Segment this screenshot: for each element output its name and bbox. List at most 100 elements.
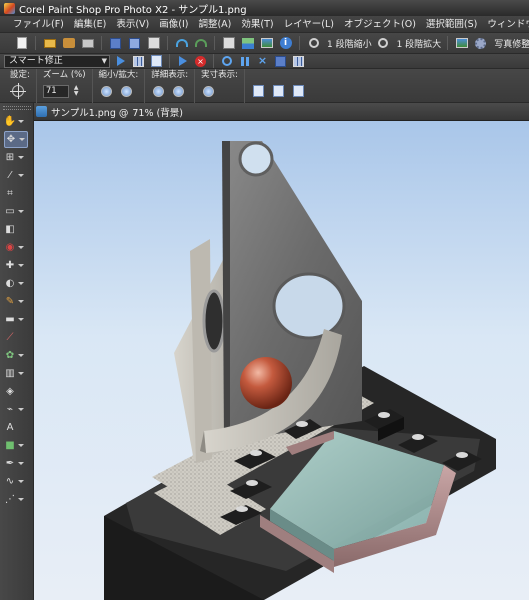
toggle-interactive-button[interactable]	[149, 54, 164, 69]
pen-icon: ✒	[5, 458, 15, 469]
pen-tool[interactable]: ✒	[4, 455, 28, 472]
flood-fill-icon: ▥	[5, 368, 15, 379]
zoom-out-label[interactable]: 1 段階縮小	[327, 37, 372, 50]
flyout-arrow-icon	[18, 246, 24, 249]
menu-view[interactable]: 表示(V)	[111, 16, 154, 33]
deform-tool[interactable]: ⊞	[4, 149, 28, 166]
zoom-tool[interactable]: ✥	[4, 131, 28, 148]
photo-fix-menu[interactable]: 写真修整(N)	[494, 37, 529, 50]
mesh-warp-tool[interactable]: ⋰	[4, 491, 28, 508]
magic-wand-tool[interactable]: ⁄	[4, 167, 28, 184]
save-as-button[interactable]	[127, 36, 142, 51]
new-file-button[interactable]	[14, 36, 29, 51]
menu-effects[interactable]: 効果(T)	[236, 16, 278, 33]
run-script-button[interactable]	[113, 54, 128, 69]
save-script-button[interactable]	[273, 54, 288, 69]
browse-button[interactable]	[61, 36, 76, 51]
menu-image[interactable]: 画像(I)	[154, 16, 193, 33]
menu-adjust[interactable]: 調整(A)	[193, 16, 236, 33]
flyout-arrow-icon	[18, 264, 24, 267]
menu-objects[interactable]: オブジェクト(O)	[339, 16, 421, 33]
fit-image-button[interactable]	[271, 84, 286, 99]
zoom-in-option-button[interactable]	[119, 84, 134, 99]
picture-tube-tool[interactable]: ✿	[4, 347, 28, 364]
materials-palette-button[interactable]	[259, 36, 274, 51]
email-button[interactable]	[146, 36, 161, 51]
stop-script-button[interactable]: ×	[193, 54, 208, 69]
text-icon: A	[6, 422, 14, 433]
menu-file[interactable]: ファイル(F)	[8, 16, 69, 33]
palette-grip[interactable]	[3, 106, 31, 110]
presets-button[interactable]	[9, 83, 26, 99]
photo-share-button[interactable]	[454, 36, 469, 51]
fit-screen-icon	[293, 85, 305, 97]
open-file-button[interactable]	[42, 36, 57, 51]
zoom-out-small-icon	[100, 85, 112, 97]
flyout-arrow-icon	[18, 462, 24, 465]
zoom-input[interactable]: 71	[42, 84, 69, 98]
color-replacer-tool[interactable]: ⟋	[4, 329, 28, 346]
zoom-in-label[interactable]: 1 段階拡大	[397, 37, 442, 50]
dodge-tool[interactable]: ◐	[4, 275, 28, 292]
document-title-bar[interactable]: サンプル1.png @ 71% (背景)	[34, 103, 529, 121]
actual-size-button[interactable]	[201, 84, 216, 99]
image-canvas[interactable]	[34, 121, 529, 600]
dropper-tool[interactable]: ⌁	[4, 401, 28, 418]
flyout-arrow-icon	[18, 444, 24, 447]
fit-image-icon	[273, 85, 285, 97]
settings-button[interactable]	[473, 36, 488, 51]
paint-brush-tool[interactable]: ✎	[4, 293, 28, 310]
script-output-button[interactable]	[291, 54, 306, 69]
preset-shape-tool[interactable]: ■	[4, 437, 28, 454]
toolbar-separator	[214, 36, 215, 50]
cancel-record-button[interactable]: ×	[255, 54, 270, 69]
pan-tool[interactable]: ✋	[4, 113, 28, 130]
run-selected-button[interactable]	[175, 54, 190, 69]
redo-button[interactable]	[193, 36, 208, 51]
settings-group: 設定:	[4, 69, 37, 103]
menu-edit[interactable]: 編集(E)	[69, 16, 111, 33]
airbrush-tool[interactable]: ◈	[4, 383, 28, 400]
stop-icon: ×	[195, 55, 206, 67]
title-bar: Corel Paint Shop Pro Photo X2 - サンプル1.pn…	[0, 0, 529, 16]
straighten-tool[interactable]: ▭	[4, 203, 28, 220]
warp-brush-tool[interactable]: ∿	[4, 473, 28, 490]
menu-window[interactable]: ウィンドウ(W)	[482, 16, 529, 33]
actual-size-icon	[203, 85, 215, 97]
window-title: Corel Paint Shop Pro Photo X2 - サンプル1.pn…	[19, 4, 247, 16]
menu-bar: ファイル(F) 編集(E) 表示(V) 画像(I) 調整(A) 効果(T) レイ…	[0, 16, 529, 33]
flyout-arrow-icon	[18, 174, 24, 177]
red-eye-tool[interactable]: ◉	[4, 239, 28, 256]
zoom-in-button[interactable]	[376, 36, 391, 51]
folder-open-icon	[43, 38, 56, 48]
menu-selections[interactable]: 選択範囲(S)	[421, 16, 482, 33]
flyout-arrow-icon	[18, 498, 24, 501]
fit-screen-button[interactable]	[291, 84, 306, 99]
edit-script-button[interactable]	[131, 54, 146, 69]
perspective-tool[interactable]: ◧	[4, 221, 28, 238]
save-button[interactable]	[108, 36, 123, 51]
view-buttons-spacer	[251, 70, 306, 80]
clone-brush-tool[interactable]: ✚	[4, 257, 28, 274]
print-button[interactable]	[80, 36, 95, 51]
layers-palette-button[interactable]	[240, 36, 255, 51]
menu-layers[interactable]: レイヤー(L)	[279, 16, 339, 33]
crop-tool[interactable]: ⌗	[4, 185, 28, 202]
zoom-spinner[interactable]: ▲ ▼	[74, 84, 80, 98]
info-button[interactable]: i	[278, 36, 293, 51]
fit-window-button[interactable]	[251, 84, 266, 99]
undo-button[interactable]	[174, 36, 189, 51]
details-zoom-out-button[interactable]	[151, 84, 166, 99]
flood-fill-tool[interactable]: ▥	[4, 365, 28, 382]
pause-button[interactable]	[237, 54, 252, 69]
eraser-tool[interactable]: ▬	[4, 311, 28, 328]
text-tool[interactable]: A	[4, 419, 28, 436]
zoom-out-button[interactable]	[306, 36, 321, 51]
command-history-button[interactable]	[221, 36, 236, 51]
print-icon	[81, 38, 94, 48]
details-zoom-in-button[interactable]	[171, 84, 186, 99]
record-button[interactable]	[219, 54, 234, 69]
zoom-out-option-button[interactable]	[99, 84, 114, 99]
script-select[interactable]: スマート修正 ▼	[4, 54, 110, 68]
photo-icon	[455, 38, 468, 48]
